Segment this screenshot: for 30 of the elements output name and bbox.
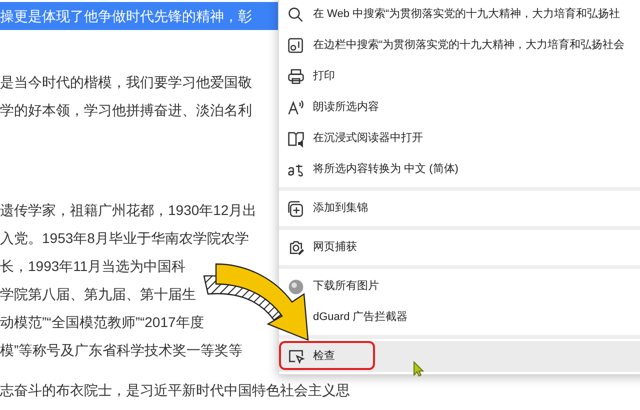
book-icon: [287, 130, 305, 148]
add-collection-icon: [287, 200, 305, 218]
article-text-line: 动模范”“全国模范教师”“2017年度: [0, 313, 204, 332]
menu-item[interactable]: 在沉浸式阅读器中打开: [279, 123, 640, 154]
menu-item[interactable]: 在边栏中搜索“为贯彻落实党的十九大精神，大力培育和弘扬社会: [279, 30, 640, 61]
article-text-line: 入党。1953年8月毕业于华南农学院农学: [0, 229, 249, 248]
search-icon: [287, 6, 305, 24]
extension-icon: [287, 278, 305, 296]
menu-item[interactable]: 朗读所选内容: [279, 92, 640, 123]
article-text-line: 是当今时代的楷模，我们要学习他爱国敬: [0, 73, 252, 92]
sidebar-search-icon: [287, 36, 305, 54]
menu-item[interactable]: 下载所有图片: [279, 271, 640, 302]
article-text-line: 学院第八届、第九届、第十届生: [0, 285, 196, 304]
menu-item[interactable]: 添加到集锦: [279, 193, 640, 224]
menu-item[interactable]: 将所选内容转换为 中文 (简体): [279, 154, 640, 185]
camera-icon: [287, 238, 305, 256]
article-text-line: 志奋斗的布衣院士，是习近平新时代中国特色社会主义思: [0, 381, 350, 400]
menu-item[interactable]: 打印: [279, 61, 640, 92]
menu-item[interactable]: 在 Web 中搜索“为贯彻落实党的十九大精神，大力培育和弘扬社: [279, 0, 640, 30]
menu-item[interactable]: 检查: [279, 341, 640, 372]
article-text-line: 模”等称号及广东省科学技术奖一等奖等: [0, 341, 243, 360]
menu-item[interactable]: dGuard 广告拦截器: [313, 302, 416, 333]
menu-item[interactable]: 网页捕获: [279, 232, 640, 263]
cursor-icon: [413, 361, 425, 377]
read-aloud-icon: [287, 98, 305, 116]
article-text-line: 长，1993年11月当选为中国科: [0, 257, 186, 276]
inspect-icon: [287, 348, 305, 366]
printer-icon: [287, 68, 305, 86]
article-text-line: 学的好本领，学习他拼搏奋进、淡泊名利: [0, 101, 252, 120]
article-text-line: 遗传学家，祖籍广州花都，1930年12月出: [0, 201, 257, 220]
